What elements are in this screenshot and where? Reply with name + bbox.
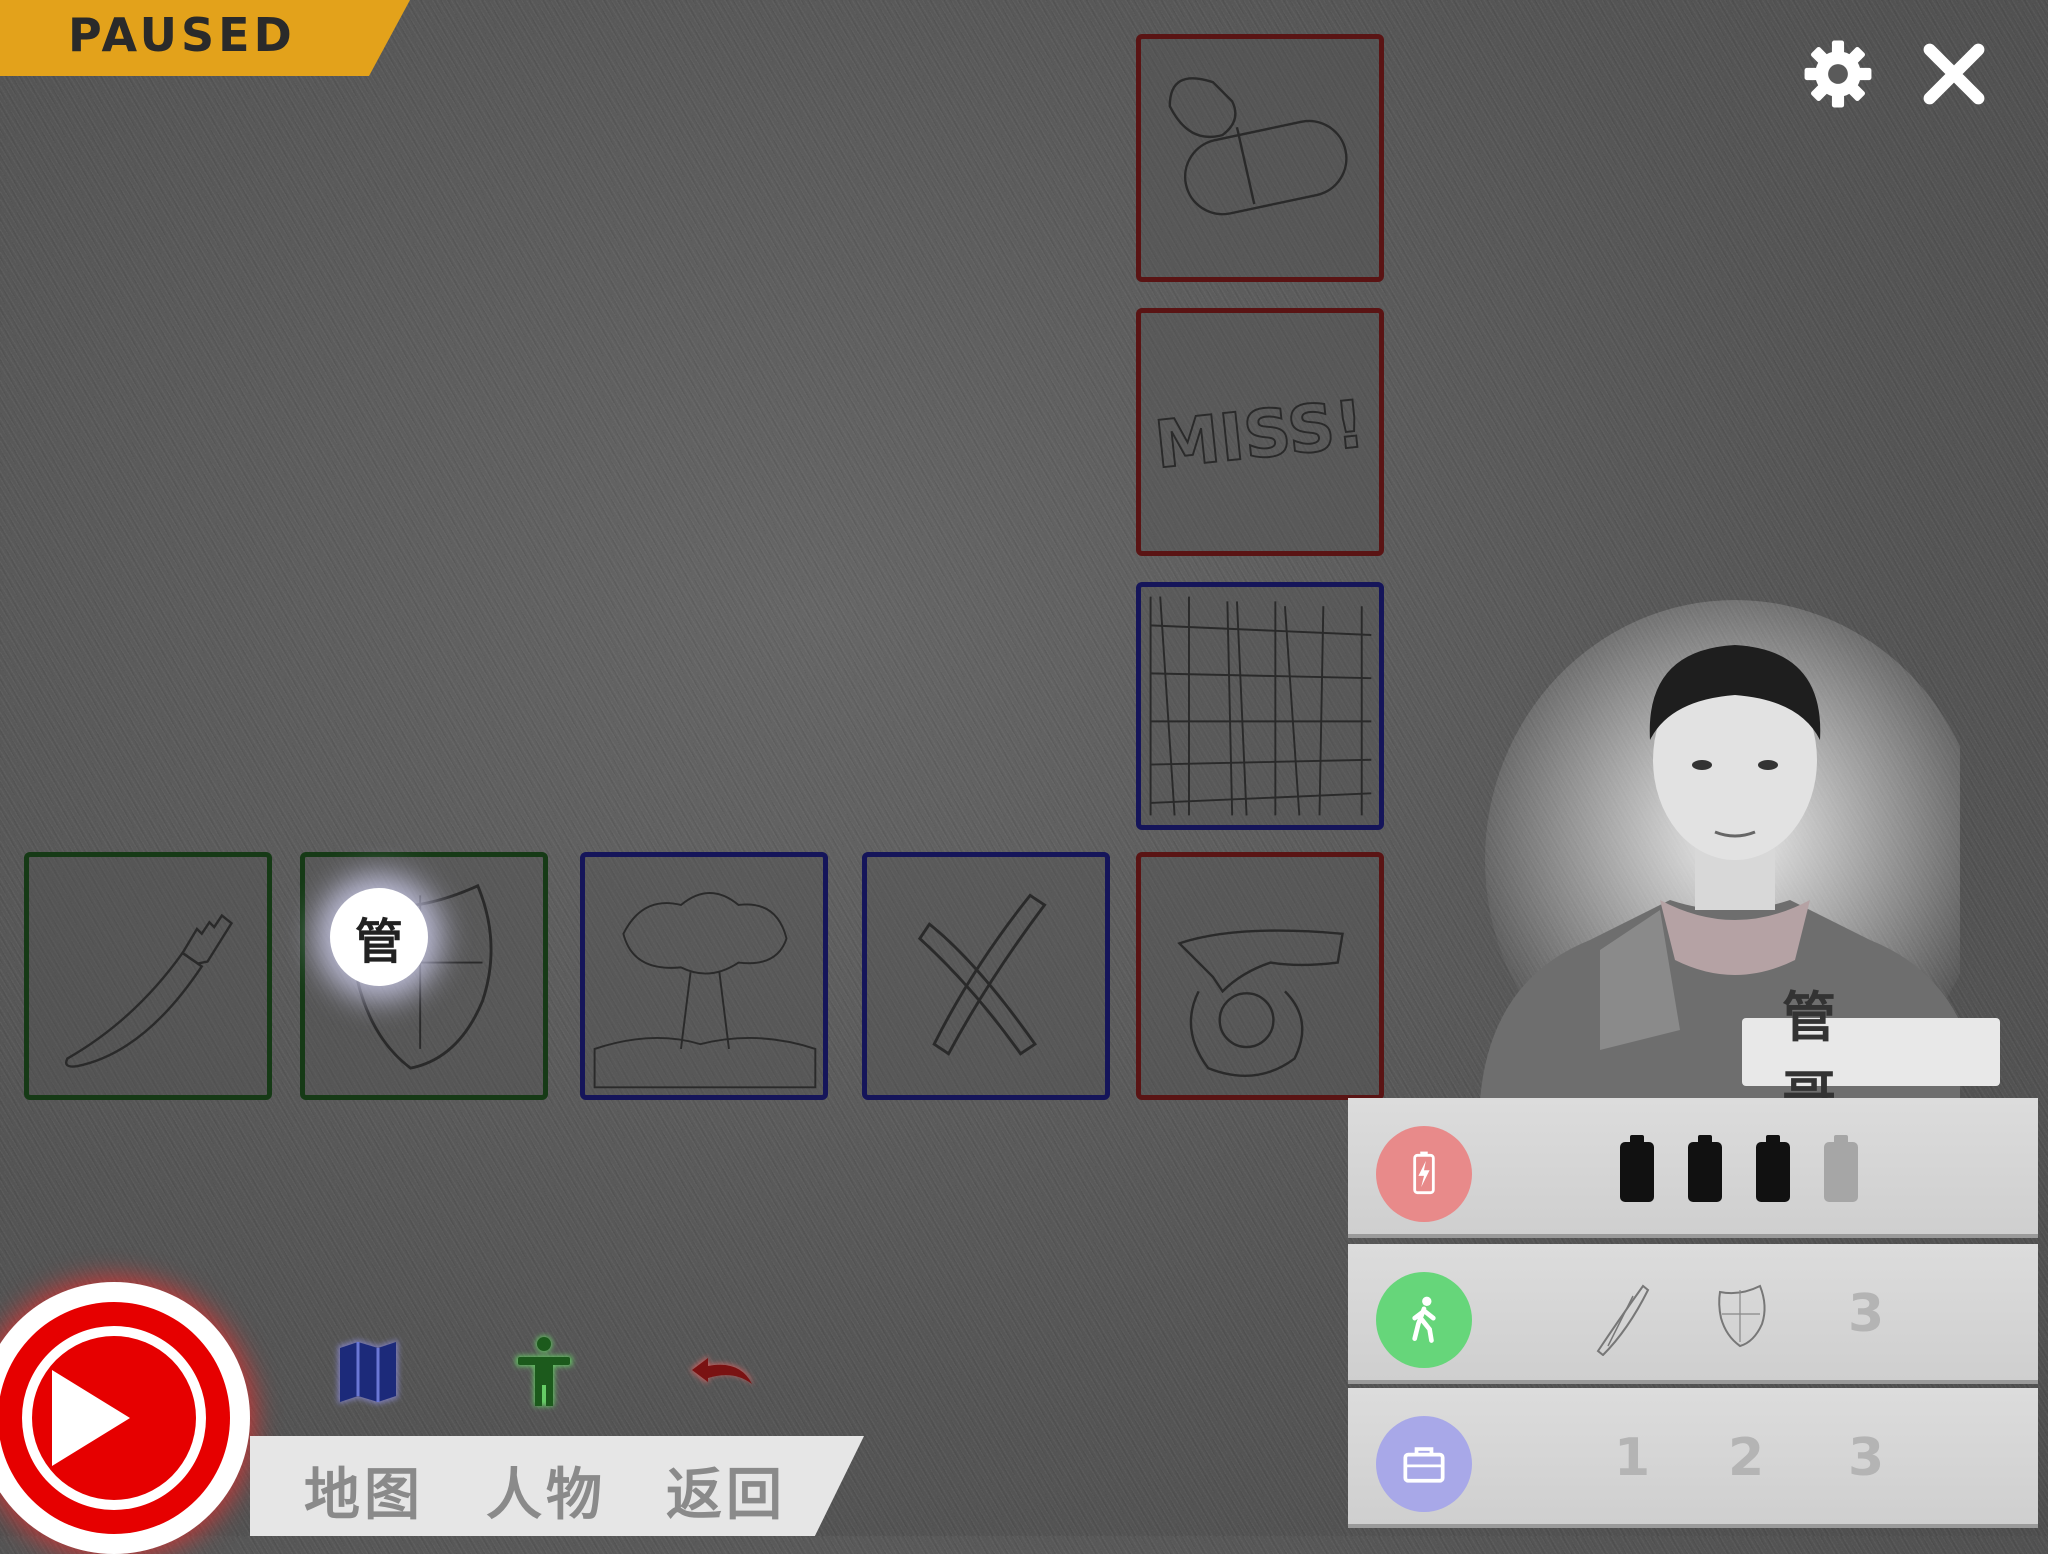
svg-text:MISS!: MISS! <box>1151 386 1368 484</box>
knife-icon <box>65 913 234 1068</box>
back-label[interactable]: 返回 <box>666 1450 786 1531</box>
explosion-icon <box>593 892 817 1089</box>
tile-pill[interactable] <box>1136 34 1384 282</box>
tile-building[interactable] <box>1136 582 1384 830</box>
briefcase-icon <box>1376 1416 1472 1512</box>
movement-slot-3: 3 <box>1848 1284 1885 1344</box>
battery-full-2 <box>1688 1135 1722 1202</box>
inventory-slot-2[interactable]: 2 <box>1728 1428 1764 1488</box>
walking-person-icon <box>1376 1272 1472 1368</box>
tile-cross[interactable] <box>862 852 1110 1100</box>
energy-panel <box>1348 1098 2038 1238</box>
tile-gun[interactable] <box>1136 852 1384 1100</box>
map-icon[interactable] <box>328 1332 408 1412</box>
paused-label: PAUSED <box>68 8 296 62</box>
close-icon[interactable] <box>1916 36 1992 112</box>
pill-icon <box>1168 77 1348 216</box>
battery-empty-4 <box>1824 1135 1858 1202</box>
map-label[interactable]: 地图 <box>304 1450 424 1531</box>
back-arrow-icon[interactable] <box>682 1332 762 1412</box>
shield-icon <box>353 883 493 1070</box>
gear-icon[interactable] <box>1800 36 1876 112</box>
person-icon[interactable] <box>504 1332 584 1412</box>
inventory-panel: 1 2 3 <box>1348 1388 2038 1528</box>
battery-full-3 <box>1756 1135 1790 1202</box>
play-button[interactable] <box>0 1282 250 1554</box>
tile-miss[interactable]: MISS! <box>1136 308 1384 556</box>
shield-mini-icon <box>1710 1280 1770 1350</box>
gun-icon <box>1177 929 1344 1078</box>
character-label[interactable]: 人物 <box>486 1450 606 1531</box>
building-icon <box>1149 596 1372 816</box>
character-name: 管 哥 <box>1742 986 2000 1128</box>
play-icon <box>52 1370 130 1466</box>
tile-shield[interactable] <box>300 852 548 1100</box>
movement-panel: 3 <box>1348 1244 2038 1384</box>
tile-knife[interactable] <box>24 852 272 1100</box>
player-marker: 管 <box>330 888 428 986</box>
miss-text-icon: MISS! <box>1150 385 1369 484</box>
battery-full-1 <box>1620 1135 1654 1202</box>
knife-mini-icon <box>1588 1276 1658 1357</box>
tile-explosion[interactable] <box>580 852 828 1100</box>
x-mark-icon <box>917 893 1047 1056</box>
inventory-slot-1[interactable]: 1 <box>1614 1428 1650 1488</box>
battery-bolt-icon <box>1376 1126 1472 1222</box>
inventory-slot-3[interactable]: 3 <box>1848 1428 1884 1488</box>
